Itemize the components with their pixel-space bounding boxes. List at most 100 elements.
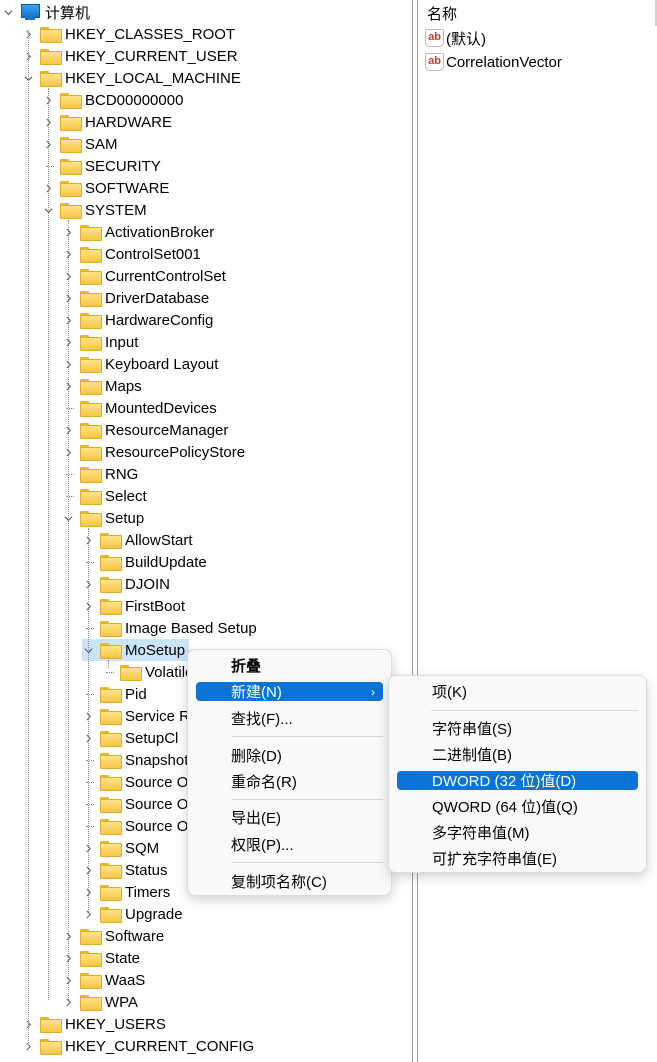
folder-icon (40, 1017, 62, 1033)
tree-node[interactable]: SYSTEM (42, 199, 147, 221)
tree-node-label: AllowStart (125, 531, 193, 549)
folder-icon (80, 489, 102, 505)
menu-item-collapse[interactable]: 折叠 (196, 656, 383, 675)
submenu-item-binary-value[interactable]: 二进制值(B) (397, 745, 638, 764)
tree-node[interactable]: HKEY_CLASSES_ROOT (22, 23, 235, 45)
tree-node[interactable]: Source OS (82, 771, 198, 793)
tree-node-label: Pid (125, 685, 147, 703)
tree-node[interactable]: FirstBoot (82, 595, 185, 617)
tree-node[interactable]: MoSetup (82, 639, 190, 661)
value-row[interactable]: ab CorrelationVector (425, 51, 562, 73)
tree-node[interactable]: Source OS (82, 793, 198, 815)
tree-node[interactable]: SQM (82, 837, 159, 859)
tree-node[interactable]: ResourceManager (62, 419, 228, 441)
folder-icon (40, 27, 62, 43)
tree-node[interactable]: Keyboard Layout (62, 353, 218, 375)
tree-node[interactable]: Select (62, 485, 147, 507)
folder-icon (100, 577, 122, 593)
tree-node[interactable]: SOFTWARE (42, 177, 169, 199)
tree-node-label: Timers (125, 883, 171, 901)
tree-node[interactable]: RNG (62, 463, 138, 485)
values-pane: 名称 ab (默认) ab CorrelationVector (418, 0, 657, 1062)
tree-node[interactable]: BCD00000000 (42, 89, 183, 111)
tree-node[interactable]: Pid (82, 683, 147, 705)
tree-node[interactable]: ControlSet001 (62, 243, 201, 265)
tree-node[interactable]: Image Based Setup (82, 617, 257, 639)
menu-item-new[interactable]: 新建(N) › (196, 682, 383, 701)
tree-node[interactable]: Source OS (82, 815, 198, 837)
tree-node-label: SYSTEM (85, 201, 147, 219)
tree-node-label: Setup (105, 509, 145, 527)
tree-guide-line (28, 30, 29, 1045)
tree-node-label: Maps (105, 377, 142, 395)
menu-item-permissions[interactable]: 权限(P)... (196, 835, 383, 854)
tree-node[interactable]: ResourcePolicyStore (62, 441, 245, 463)
tree-node[interactable]: DJOIN (82, 573, 170, 595)
tree-node[interactable]: Maps (62, 375, 142, 397)
menu-separator (232, 799, 383, 800)
tree-node-label: SOFTWARE (85, 179, 170, 197)
submenu-item-multi-string-value[interactable]: 多字符串值(M) (397, 823, 638, 842)
tree-node[interactable]: HKEY_USERS (22, 1013, 166, 1035)
tree-node[interactable]: WaaS (62, 969, 145, 991)
submenu-item-qword-value[interactable]: QWORD (64 位)值(Q) (397, 797, 638, 816)
tree-node[interactable]: CurrentControlSet (62, 265, 226, 287)
tree-node[interactable]: Timers (82, 881, 170, 903)
tree-root-computer[interactable]: 计算机 (2, 1, 90, 23)
submenu-item-dword-value[interactable]: DWORD (32 位)值(D) (397, 771, 638, 790)
tree-node[interactable]: SAM (42, 133, 118, 155)
tree-node-label: ResourcePolicyStore (105, 443, 246, 461)
tree-node[interactable]: SECURITY (42, 155, 161, 177)
folder-icon (80, 929, 102, 945)
tree-node[interactable]: Software (62, 925, 164, 947)
tree-node[interactable]: HKEY_CURRENT_USER (22, 45, 238, 67)
submenu-item-key[interactable]: 项(K) (397, 682, 638, 701)
menu-separator (431, 710, 638, 711)
tree-node[interactable]: HARDWARE (42, 111, 172, 133)
tree-guide-line (48, 88, 49, 1000)
folder-icon (80, 357, 102, 373)
tree-node[interactable]: AllowStart (82, 529, 193, 551)
value-row[interactable]: ab (默认) (425, 27, 486, 49)
tree-node[interactable]: Status (82, 859, 168, 881)
tree-node[interactable]: Input (62, 331, 138, 353)
submenu-item-string-value[interactable]: 字符串值(S) (397, 719, 638, 738)
tree-node[interactable]: HKEY_LOCAL_MACHINE (22, 67, 241, 89)
computer-icon (20, 3, 40, 21)
tree-node[interactable]: ActivationBroker (62, 221, 214, 243)
tree-node[interactable]: HKEY_CURRENT_CONFIG (22, 1035, 254, 1057)
folder-icon (60, 181, 82, 197)
menu-item-find[interactable]: 查找(F)... (196, 709, 383, 728)
menu-item-delete[interactable]: 删除(D) (196, 746, 383, 765)
chevron-down-icon[interactable] (2, 1, 14, 23)
menu-item-copy-key-name[interactable]: 复制项名称(C) (196, 872, 383, 891)
string-value-icon: ab (425, 29, 444, 47)
folder-icon (80, 401, 102, 417)
tree-node[interactable]: Volatile (102, 661, 193, 683)
menu-separator (232, 736, 383, 737)
column-header-name[interactable]: 名称 (427, 3, 457, 24)
tree-node[interactable]: Setup (62, 507, 144, 529)
tree-node-label: MountedDevices (105, 399, 217, 417)
tree-node-label: BuildUpdate (125, 553, 207, 571)
tree-node[interactable]: BuildUpdate (82, 551, 207, 573)
tree-node[interactable]: Snapshot (82, 749, 188, 771)
folder-icon (100, 885, 122, 901)
menu-separator (232, 862, 383, 863)
tree-node[interactable]: HardwareConfig (62, 309, 213, 331)
folder-icon (80, 973, 102, 989)
menu-item-export[interactable]: 导出(E) (196, 808, 383, 827)
folder-icon (60, 159, 82, 175)
tree-node[interactable]: Upgrade (82, 903, 183, 925)
registry-tree[interactable]: 计算机 HKEY_CLASSES_ROOT HKEY_CURRENT_USER HK… (0, 0, 412, 1062)
tree-node[interactable]: State (62, 947, 140, 969)
tree-node-label: HardwareConfig (105, 311, 214, 329)
tree-node[interactable]: MountedDevices (62, 397, 217, 419)
tree-node[interactable]: DriverDatabase (62, 287, 209, 309)
folder-icon (100, 819, 122, 835)
submenu-item-expandable-string-value[interactable]: 可扩充字符串值(E) (397, 849, 638, 868)
menu-item-rename[interactable]: 重命名(R) (196, 772, 383, 791)
tree-node[interactable]: SetupCl (82, 727, 178, 749)
chevron-right-icon: › (371, 684, 375, 699)
tree-node[interactable]: WPA (62, 991, 138, 1013)
